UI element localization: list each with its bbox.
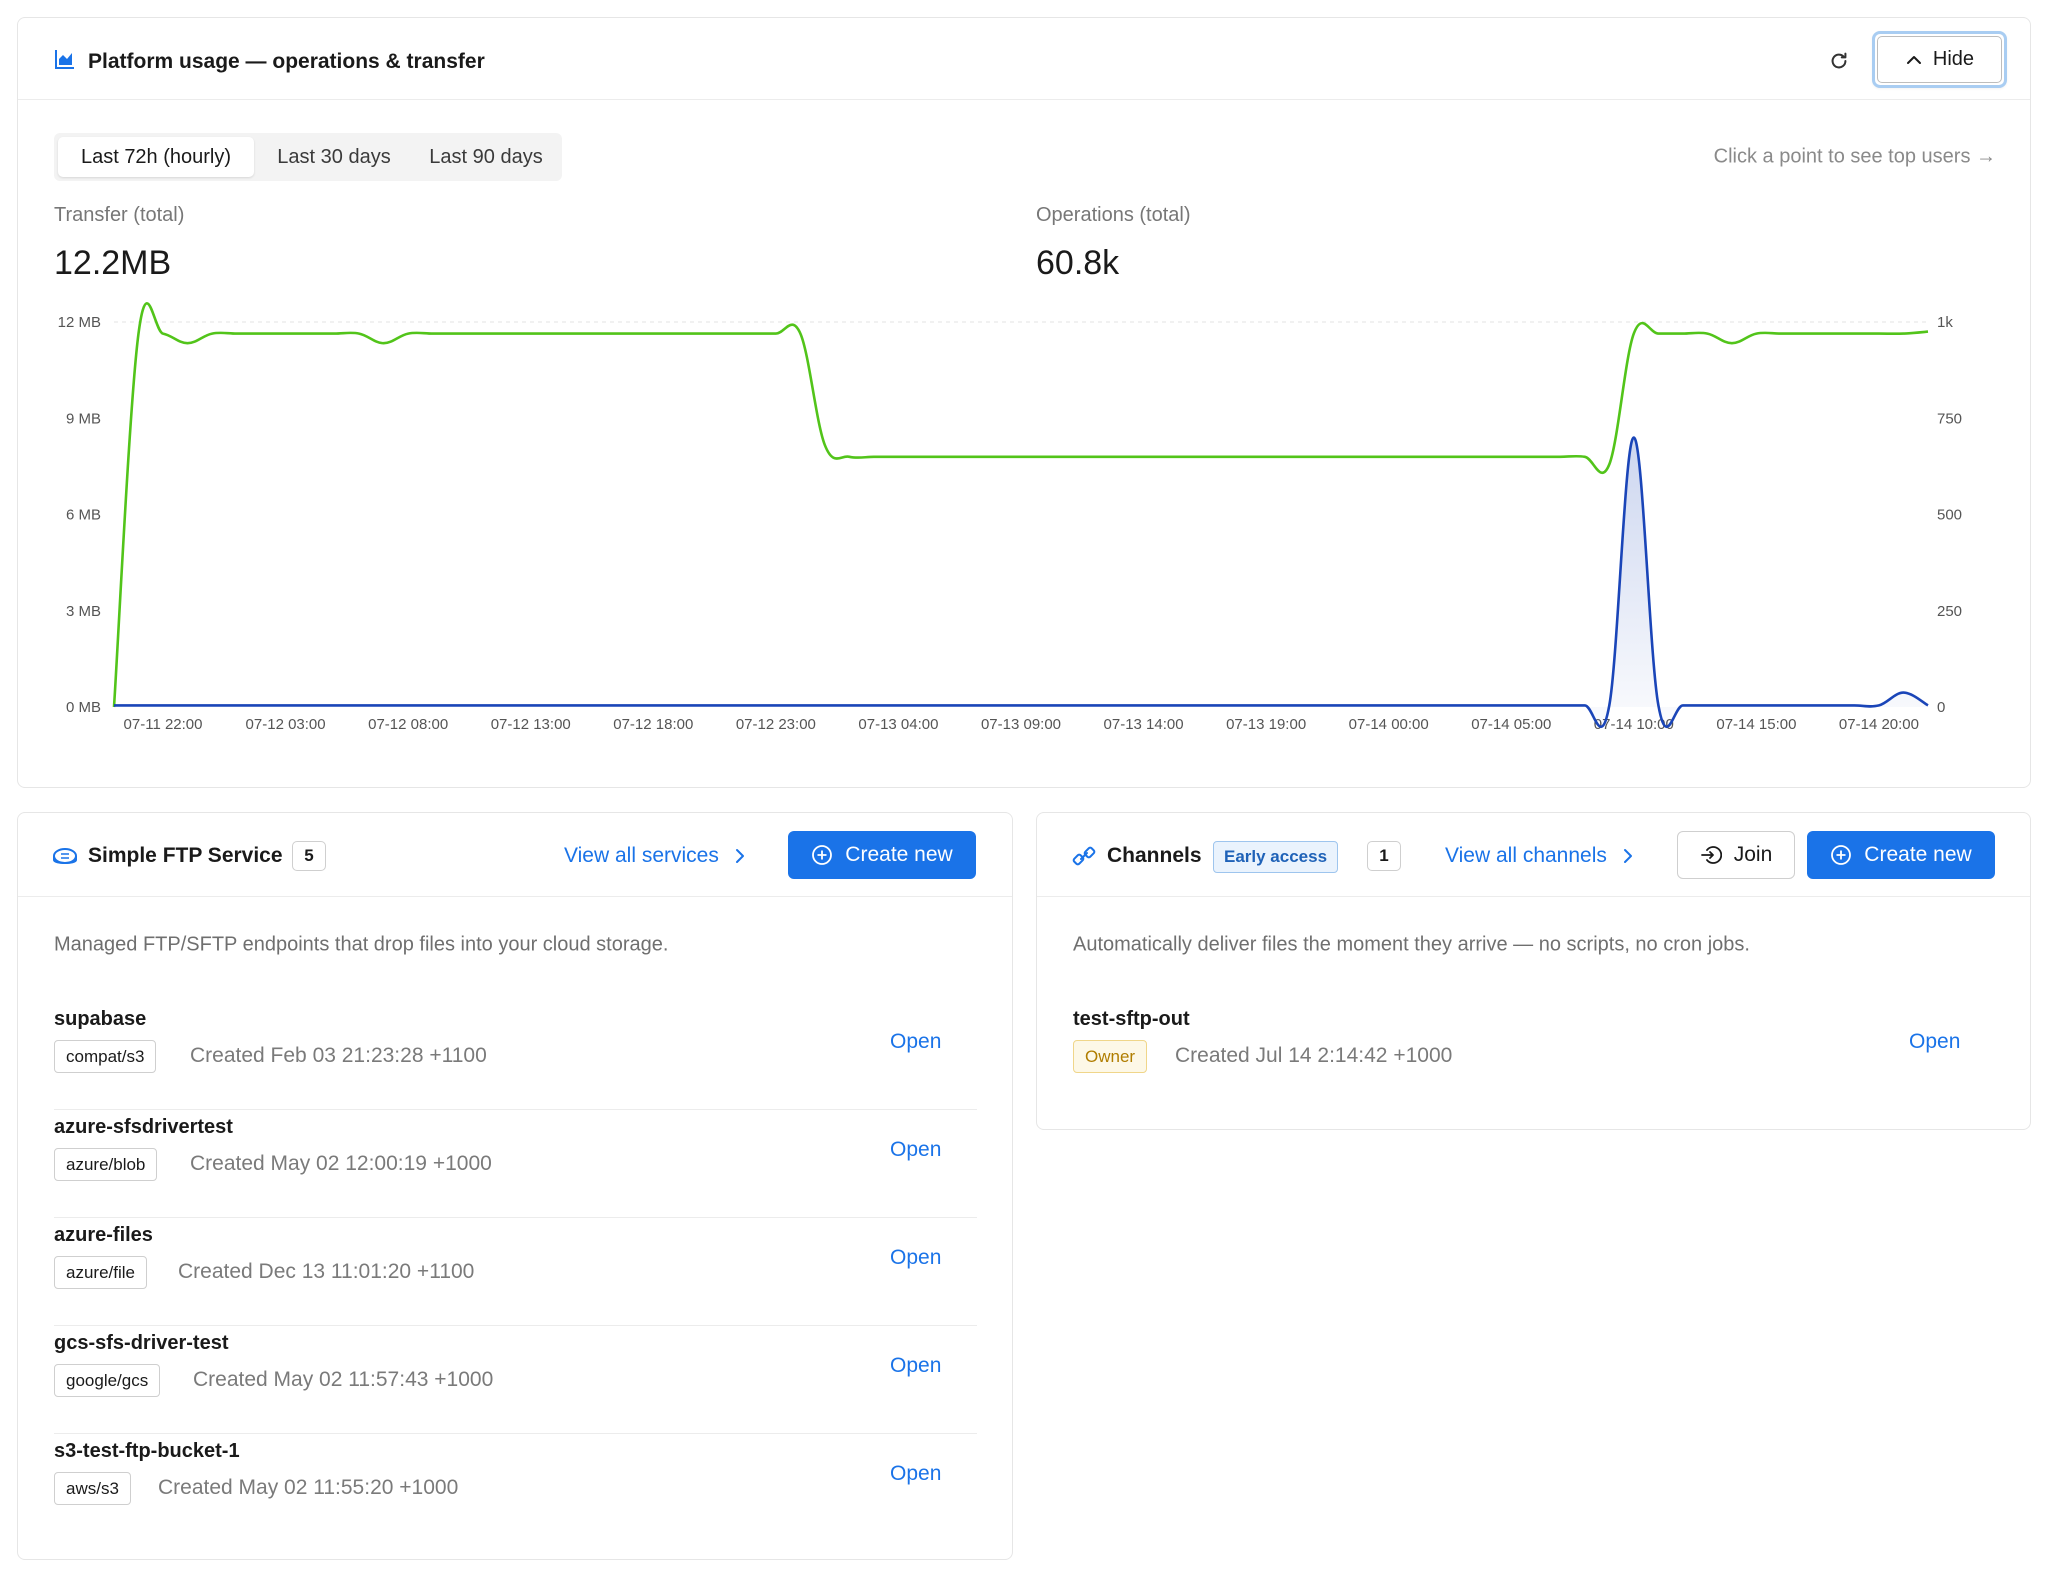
x-tick-label: 07-13 14:00 [1104, 716, 1184, 733]
y-right-tick-label: 250 [1937, 603, 1962, 620]
ftp-header: Simple FTP Service 5 View all services C… [18, 813, 1012, 897]
open-link[interactable]: Open [890, 1138, 941, 1162]
x-tick-label: 07-14 20:00 [1839, 716, 1919, 733]
x-tick-label: 07-11 22:00 [124, 716, 203, 733]
view-all-services-link[interactable]: View all services [564, 844, 747, 868]
service-name: s3-test-ftp-bucket-1 [54, 1440, 240, 1462]
open-link[interactable]: Open [890, 1246, 941, 1270]
x-tick-label: 07-14 05:00 [1471, 716, 1551, 733]
view-all-channels-link[interactable]: View all channels [1445, 844, 1635, 868]
x-tick-label: 07-12 13:00 [491, 716, 571, 733]
join-label: Join [1733, 843, 1773, 866]
y-left-tick-label: 0 MB [66, 699, 101, 716]
view-all-channels-label: View all channels [1445, 844, 1607, 867]
service-tag: google/gcs [54, 1364, 161, 1397]
x-tick-label: 07-12 03:00 [246, 716, 326, 733]
list-item: azure-files azure/file Created Dec 13 11… [54, 1218, 977, 1326]
x-tick-label: 07-13 04:00 [858, 716, 938, 733]
x-tick-label: 07-14 00:00 [1349, 716, 1429, 733]
service-created: Created May 02 11:55:20 +1000 [158, 1476, 459, 1499]
list-item: azure-sfsdrivertest azure/blob Created M… [54, 1110, 977, 1218]
channels-create-new-label: Create new [1864, 843, 1972, 866]
open-link[interactable]: Open [890, 1462, 941, 1486]
ftp-title: Simple FTP Service [88, 844, 283, 867]
join-button[interactable]: Join [1677, 831, 1795, 879]
service-name: azure-files [54, 1224, 153, 1246]
channel-created: Created Jul 14 2:14:42 +1000 [1175, 1044, 1453, 1067]
y-right-tick-label: 0 [1937, 699, 1945, 716]
link-icon [1072, 846, 1096, 866]
y-left-tick-label: 12 MB [58, 314, 101, 331]
service-name: azure-sfsdrivertest [54, 1116, 233, 1138]
service-tag: compat/s3 [54, 1040, 157, 1073]
chevron-right-icon [735, 849, 744, 863]
service-tag: azure/blob [54, 1148, 158, 1181]
x-tick-label: 07-12 18:00 [613, 716, 693, 733]
channels-header: Channels Early access 1 View all channel… [1037, 813, 2030, 897]
operations-series-line [112, 301, 1929, 708]
ftp-create-new-button[interactable]: Create new [788, 831, 976, 879]
x-tick-label: 07-12 23:00 [736, 716, 816, 733]
channels-card: Channels Early access 1 View all channel… [1036, 812, 2031, 1130]
platform-usage-card: Platform usage — operations & transfer H… [17, 17, 2031, 788]
y-right-tick-label: 750 [1937, 410, 1962, 427]
usage-chart[interactable]: 0 MB 3 MB 6 MB 9 MB 12 MB 0 250 500 750 1k 07-11 2… [18, 18, 2032, 789]
service-created: Created May 02 12:00:19 +1000 [190, 1152, 492, 1175]
channel-name: test-sftp-out [1073, 1008, 1190, 1030]
y-right-tick-label: 1k [1937, 314, 1953, 331]
y-right-tick-label: 500 [1937, 507, 1962, 524]
ftp-create-new-label: Create new [845, 843, 953, 866]
list-item: test-sftp-out Owner Created Jul 14 2:14:… [1073, 1002, 1996, 1110]
list-item: supabase compat/s3 Created Feb 03 21:23:… [54, 1002, 977, 1110]
early-access-badge: Early access [1213, 841, 1339, 873]
plus-circle-icon [1831, 845, 1852, 865]
channels-count-badge: 1 [1367, 841, 1401, 871]
list-item: gcs-sfs-driver-test google/gcs Created M… [54, 1326, 977, 1434]
x-tick-label: 07-13 09:00 [981, 716, 1061, 733]
channels-title: Channels [1107, 844, 1202, 867]
x-tick-label: 07-14 15:00 [1716, 716, 1796, 733]
x-tick-label: 07-12 08:00 [368, 716, 448, 733]
open-link[interactable]: Open [890, 1354, 941, 1378]
open-link[interactable]: Open [1909, 1030, 1960, 1054]
channels-description: Automatically deliver files the moment t… [1073, 933, 1750, 956]
transfer-series-line [114, 436, 1929, 728]
open-link[interactable]: Open [890, 1030, 941, 1054]
view-all-services-label: View all services [564, 844, 719, 867]
y-left-tick-label: 9 MB [66, 410, 101, 427]
service-created: Created May 02 11:57:43 +1000 [193, 1368, 494, 1391]
service-created: Created Feb 03 21:23:28 +1100 [190, 1044, 487, 1067]
chevron-right-icon [1623, 849, 1632, 863]
x-tick-label: 07-13 19:00 [1226, 716, 1306, 733]
sign-in-icon [1700, 846, 1722, 864]
ftp-description: Managed FTP/SFTP endpoints that drop fil… [54, 933, 669, 956]
service-tag: azure/file [54, 1256, 147, 1289]
storage-icon [53, 848, 77, 864]
service-name: supabase [54, 1008, 147, 1030]
y-left-tick-label: 6 MB [66, 507, 101, 524]
list-item: s3-test-ftp-bucket-1 aws/s3 Created May … [54, 1434, 977, 1542]
service-tag: aws/s3 [54, 1472, 131, 1505]
y-left-tick-label: 3 MB [66, 603, 101, 620]
service-name: gcs-sfs-driver-test [54, 1332, 229, 1354]
plus-circle-icon [812, 845, 833, 865]
service-created: Created Dec 13 11:01:20 +1100 [178, 1260, 475, 1283]
ftp-count-badge: 5 [292, 841, 326, 871]
channels-create-new-button[interactable]: Create new [1807, 831, 1995, 879]
ftp-service-card: Simple FTP Service 5 View all services C… [17, 812, 1013, 1560]
owner-badge: Owner [1073, 1040, 1148, 1073]
